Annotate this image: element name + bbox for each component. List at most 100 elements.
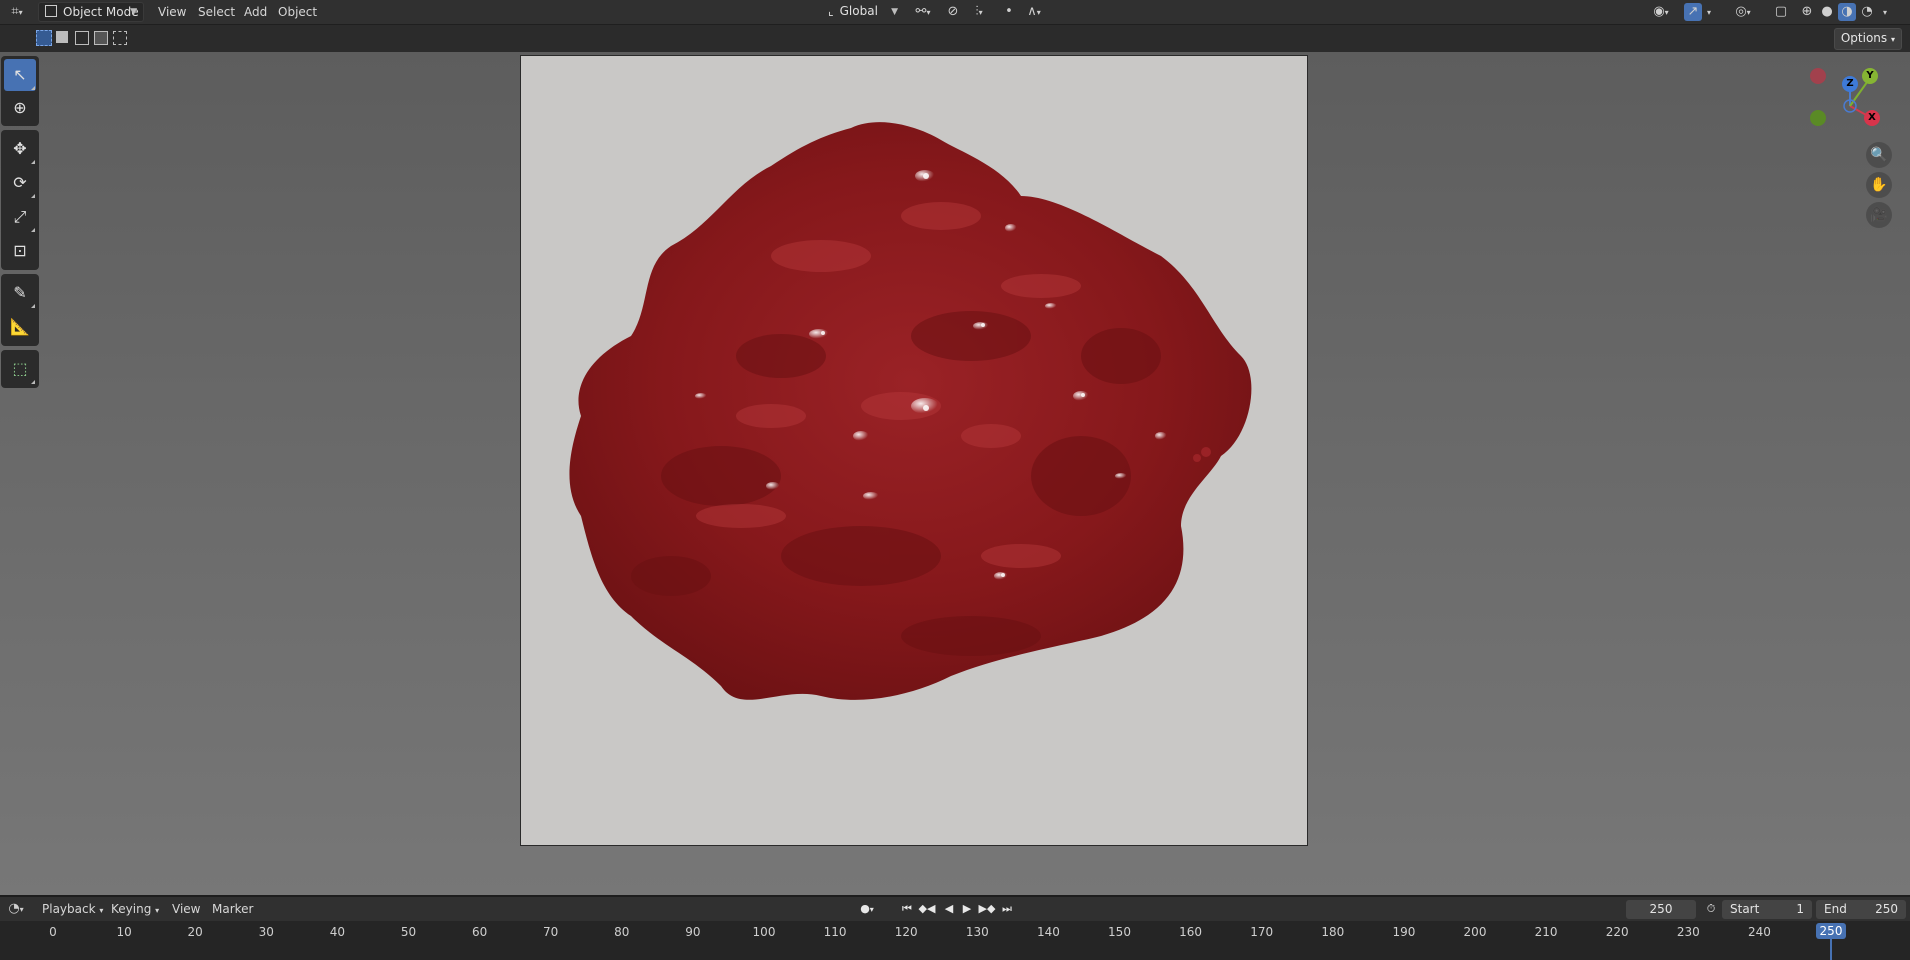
menu-view[interactable]: View [158,0,186,24]
orientation-icon: ⌞ [828,4,834,18]
timeline-ruler[interactable]: 0 10 20 30 40 50 60 70 80 90 100 110 120 130 140 150 160… [0,921,1910,960]
ruler-tick: 40 [329,925,346,939]
playhead-label[interactable]: 250 [1816,923,1846,939]
timeline-header: ◔▾ Playback ▾ Keying ▾ View Marker ●▾ ⏮ … [0,897,1910,921]
tool-settings-bar: Options ▾ [0,25,1910,52]
overlay-icon[interactable]: ◎▾ [1728,3,1758,21]
ruler-tick: 50 [400,925,417,939]
snap-icon[interactable]: ⫶▾ [962,3,996,21]
ruler-tick: 150 [1108,925,1131,939]
start-value: 1 [1796,902,1804,916]
wireframe-shading-icon[interactable]: ⊕ [1798,3,1816,21]
editor-type-icon[interactable]: ⌗▾ [4,3,30,21]
ruler-tick: 110 [823,925,847,939]
timeline-editor-type-icon[interactable]: ◔▾ [2,900,30,918]
start-frame-field[interactable]: Start 1 [1722,900,1812,919]
add-cube-tool[interactable]: ⬚ [4,353,36,385]
transform-tool[interactable]: ⊡ [4,235,36,267]
menu-add[interactable]: Add [244,0,267,24]
menu-marker[interactable]: Marker [212,897,253,921]
gizmo-y-axis[interactable]: Y [1862,68,1878,84]
camera-view-icon[interactable]: 🎥 [1866,202,1892,228]
3d-viewport[interactable]: ↖ ⊕ ✥ ⟳ ⤢ ⊡ ✎ 📐 ⬚ Z Y X 🔍 ✋ 🎥 [0,52,1910,895]
ruler-tick: 210 [1534,925,1558,939]
record-keying-icon[interactable]: ●▾ [852,900,882,918]
navigation-gizmo[interactable]: Z Y X [1808,66,1888,128]
ruler-tick: 140 [1036,925,1060,939]
options-dropdown[interactable]: Options ▾ [1833,28,1902,50]
menu-keying[interactable]: Keying ▾ [111,897,159,921]
menu-timeline-view[interactable]: View [172,897,200,921]
select-intersect-icon[interactable] [113,31,127,45]
ruler-tick: 30 [258,925,274,939]
end-value: 250 [1875,902,1898,916]
jump-to-next-keyframe-icon[interactable]: ▶◆ [978,900,996,918]
current-frame-field[interactable]: 250 [1626,900,1696,919]
blood-splatter-render [569,122,1252,700]
chevron-down-icon: ▼ [891,7,898,17]
stopwatch-icon[interactable]: ⏱ [1702,900,1720,918]
toolbar-transform-group: ✥ ⟳ ⤢ ⊡ [1,130,39,270]
ruler-tick: 180 [1321,925,1345,939]
proportional-falloff-icon[interactable]: ∧▾ [1020,3,1048,21]
select-new-icon[interactable] [36,30,52,46]
proportional-edit-icon[interactable]: • [1000,3,1018,21]
play-icon[interactable]: ▶ [958,900,976,918]
snap-toggle-icon[interactable]: ⊘ [944,3,962,21]
playhead-line [1830,939,1832,960]
ruler-tick: 60 [471,925,488,939]
ruler-tick: 10 [116,925,132,939]
gizmo-x-axis[interactable]: X [1864,110,1880,126]
solid-shading-icon[interactable]: ● [1818,3,1836,21]
toolbar-select-group: ↖ ⊕ [1,56,39,126]
jump-to-start-icon[interactable]: ⏮ [898,900,916,918]
end-frame-field[interactable]: End 250 [1816,900,1906,919]
ruler-tick: 160 [1179,925,1203,939]
jump-to-prev-keyframe-icon[interactable]: ◆◀ [918,900,936,918]
zoom-icon[interactable]: 🔍 [1866,142,1892,168]
rotate-tool[interactable]: ⟳ [4,167,36,199]
select-extend-icon[interactable] [56,31,68,43]
select-subtract-icon[interactable] [75,31,89,45]
measure-tool[interactable]: 📐 [4,311,36,343]
gizmo-neg-y[interactable] [1810,110,1826,126]
ruler-tick: 120 [894,925,918,939]
menu-select[interactable]: Select [198,0,235,24]
move-tool[interactable]: ✥ [4,133,36,165]
shading-dropdown-icon[interactable]: ▾ [1878,3,1892,21]
ruler-tick: 240 [1747,925,1771,939]
annotate-tool[interactable]: ✎ [4,277,36,309]
chevron-down-icon: ▾ [1890,35,1895,44]
transform-pivot-icon[interactable]: ⚯▾ [908,3,938,21]
ruler-tick: 70 [543,925,559,939]
ruler-tick: 90 [685,925,701,939]
mode-dropdown[interactable]: Object Mode ▼ [38,2,144,22]
play-reverse-icon[interactable]: ◀ [940,900,958,918]
ruler-tick: 130 [965,925,989,939]
chevron-down-icon: ▼ [130,7,137,17]
material-shading-icon[interactable]: ◑ [1838,3,1856,21]
pan-hand-icon[interactable]: ✋ [1866,172,1892,198]
rendered-shading-icon[interactable]: ◔ [1858,3,1876,21]
scale-tool[interactable]: ⤢ [4,201,36,233]
xray-icon[interactable]: ▢ [1772,3,1790,21]
gizmo-neg-x[interactable] [1810,68,1826,84]
selection-mode-group [36,30,128,46]
ruler-tick: 200 [1463,925,1487,939]
visibility-icon[interactable]: ◉▾ [1646,3,1676,21]
menu-object[interactable]: Object [278,0,317,24]
options-label: Options [1840,31,1888,45]
select-box-tool[interactable]: ↖ [4,59,36,91]
ruler-tick: 190 [1392,925,1416,939]
orientation-dropdown[interactable]: ⌞ Global ▼ [822,2,900,22]
ruler-tick: 80 [614,925,630,939]
gizmo-dropdown-icon[interactable]: ▾ [1702,3,1716,21]
gizmo-icon[interactable]: ↗ [1684,3,1702,21]
jump-to-end-icon[interactable]: ⏭ [998,900,1016,918]
gizmo-z-axis[interactable]: Z [1842,76,1858,92]
cursor-tool[interactable]: ⊕ [4,92,36,124]
menu-playback[interactable]: Playback ▾ [42,897,103,921]
select-invert-icon[interactable] [94,31,108,45]
orientation-label: Global [839,4,878,18]
ruler-tick: 170 [1250,925,1274,939]
